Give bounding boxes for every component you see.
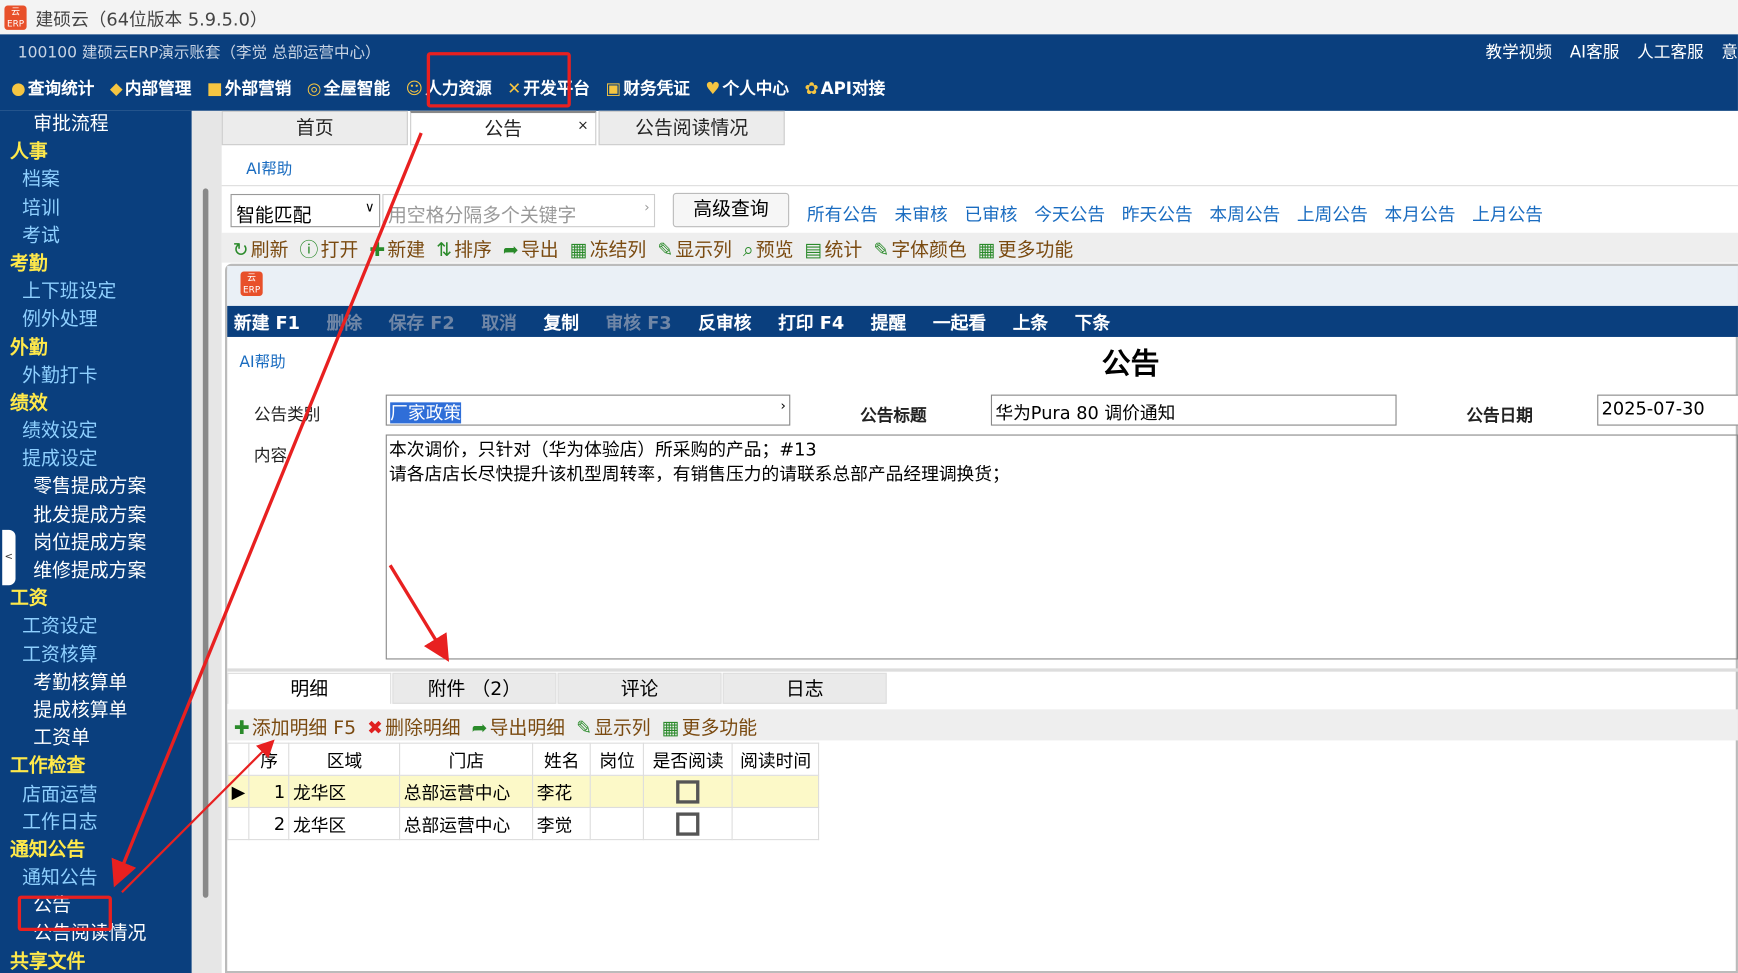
arrow-annotation: [121, 739, 275, 894]
annotation-arrows: [111, 132, 450, 894]
arrow-annotation: [388, 564, 450, 662]
arrow-annotation: [111, 132, 423, 888]
